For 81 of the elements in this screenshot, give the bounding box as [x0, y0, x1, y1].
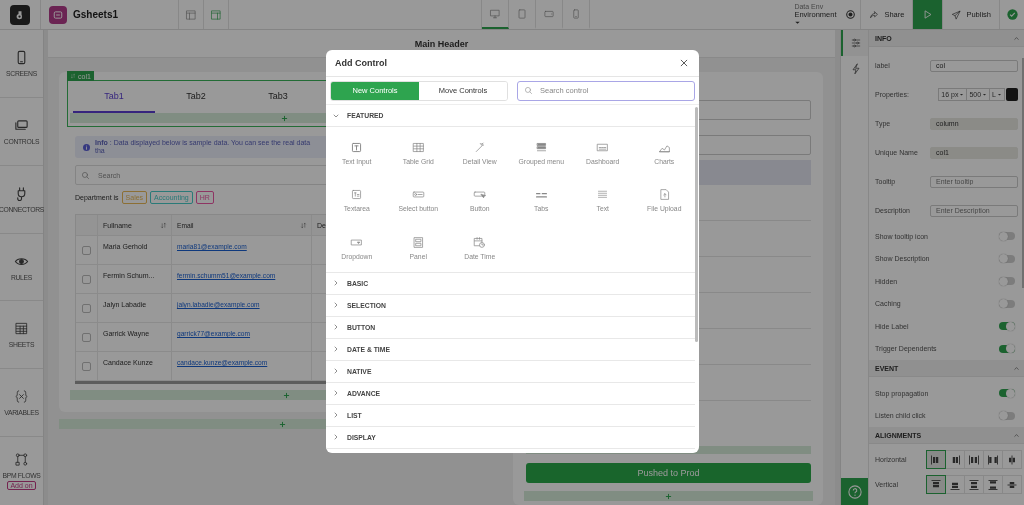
- panel-icon: [210, 8, 222, 21]
- alignment-icon: [1006, 453, 1018, 466]
- alignment-icon: [987, 478, 999, 491]
- alignment-icon: [968, 478, 980, 491]
- close-button[interactable]: [679, 58, 689, 68]
- chevron-icon: [332, 367, 340, 375]
- help-button[interactable]: [841, 478, 868, 505]
- tablet-icon: [516, 7, 528, 20]
- tab[interactable]: Tab3: [237, 81, 319, 113]
- alignment-icon: [968, 453, 980, 466]
- chevron-icon: [332, 389, 340, 397]
- text-input-icon: [350, 140, 364, 154]
- drag-icon: [70, 73, 76, 79]
- chevron-icon[interactable]: [1013, 34, 1020, 42]
- caret-icon: [982, 92, 988, 97]
- toggle-switch[interactable]: [999, 277, 1015, 286]
- row-checkbox[interactable]: [82, 274, 91, 284]
- caret-icon: [959, 92, 965, 97]
- search-icon: [81, 170, 90, 180]
- chevron-icon: [332, 433, 340, 441]
- caret-icon: [997, 92, 1002, 97]
- controls-icon[interactable]: [14, 117, 29, 133]
- chevron-icon: [332, 345, 340, 353]
- panel-icon: [411, 235, 425, 249]
- app-icon: [49, 5, 67, 24]
- close-icon: [679, 58, 689, 68]
- row-checkbox[interactable]: [82, 332, 91, 342]
- plus-icon: [280, 114, 288, 122]
- sort-icon[interactable]: [160, 221, 167, 229]
- info-icon: [83, 143, 90, 151]
- row-checkbox[interactable]: [82, 361, 91, 371]
- chevron-icon: [332, 411, 340, 419]
- plus-icon: [278, 420, 286, 428]
- desktop-icon: [489, 7, 501, 20]
- toggle-switch[interactable]: [999, 344, 1015, 353]
- chevron-icon: [332, 323, 340, 331]
- lightning-icon: [849, 63, 862, 75]
- toggle-switch[interactable]: [999, 232, 1015, 241]
- toggle-switch[interactable]: [999, 389, 1015, 398]
- row-checkbox[interactable]: [82, 245, 91, 255]
- toggle-switch[interactable]: [999, 322, 1015, 331]
- app-name: Gsheets1: [73, 9, 119, 20]
- alignment-option[interactable]: [926, 450, 946, 469]
- row-checkbox[interactable]: [82, 303, 91, 313]
- color-swatch[interactable]: [1006, 88, 1018, 101]
- sort-icon[interactable]: [300, 221, 307, 229]
- toggle-switch[interactable]: [999, 299, 1015, 308]
- chevron-icon[interactable]: [1013, 431, 1020, 439]
- panel-tab[interactable]: [841, 30, 868, 56]
- alignment-icon: [987, 453, 999, 466]
- flows-icon[interactable]: [14, 452, 29, 468]
- plus-icon: [665, 492, 672, 500]
- chevron-icon: [332, 279, 340, 287]
- check-icon: [1006, 9, 1018, 20]
- table-grid-icon: [411, 140, 425, 154]
- share-icon: [869, 9, 880, 20]
- variables-icon[interactable]: [14, 389, 29, 405]
- play-icon: [922, 9, 934, 20]
- sliders-icon: [849, 37, 862, 49]
- layout-icon: [185, 8, 197, 21]
- textarea-icon: [350, 188, 364, 202]
- tab[interactable]: Tab2: [155, 81, 237, 113]
- date-time-icon: [473, 235, 487, 249]
- modal-title: Add Control: [335, 58, 387, 68]
- chevron-icon[interactable]: [1013, 364, 1020, 372]
- help-icon: [847, 484, 862, 499]
- detail-view-icon: [473, 140, 487, 154]
- preview-button[interactable]: [912, 0, 943, 29]
- search-icon: [524, 86, 533, 95]
- toggle-switch[interactable]: [999, 254, 1015, 263]
- grouped-menu-icon: [534, 140, 548, 154]
- send-icon: [951, 9, 962, 20]
- push-button[interactable]: Pushed to Prod: [526, 463, 811, 483]
- phone-icon: [570, 7, 582, 20]
- settings-icon[interactable]: [844, 9, 856, 20]
- chevron-icon: [332, 301, 340, 309]
- sheets-icon[interactable]: [14, 321, 29, 337]
- app-logo[interactable]: [10, 4, 30, 25]
- alignment-option[interactable]: [926, 475, 946, 494]
- toggle-switch[interactable]: [999, 411, 1015, 420]
- plus-icon: [282, 391, 290, 399]
